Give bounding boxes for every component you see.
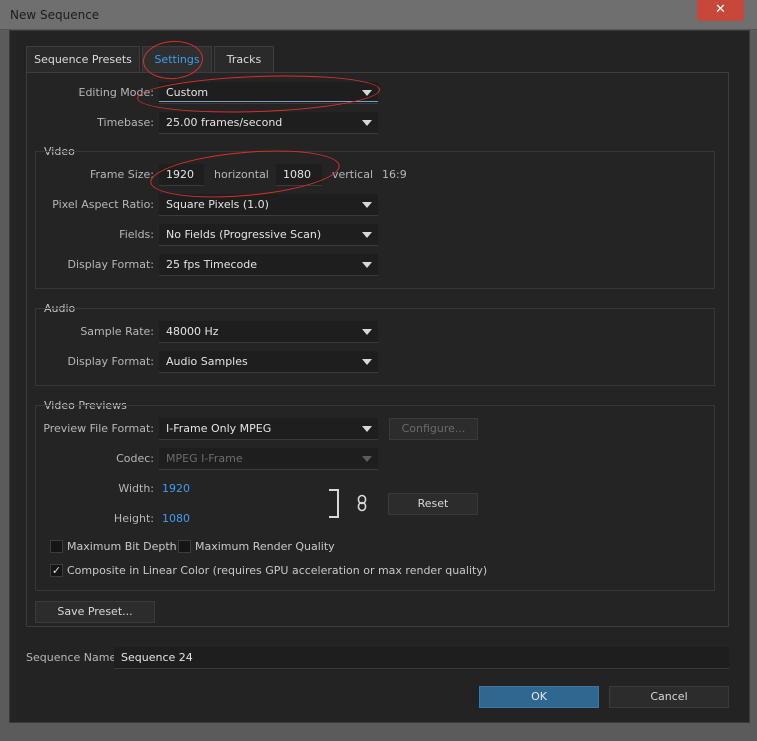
window-title: New Sequence xyxy=(10,8,100,22)
video-display-format-label: Display Format: xyxy=(67,258,154,271)
focus-underline xyxy=(159,101,378,102)
chevron-down-icon xyxy=(362,359,372,365)
video-display-format-value: 25 fps Timecode xyxy=(166,258,258,271)
chain-link-icon[interactable] xyxy=(354,494,370,512)
pixel-aspect-select[interactable]: Square Pixels (1.0) xyxy=(159,194,378,216)
chevron-down-icon xyxy=(362,329,372,335)
chevron-down-icon xyxy=(362,202,372,208)
video-display-format-select[interactable]: 25 fps Timecode xyxy=(159,254,378,276)
configure-button[interactable]: Configure... xyxy=(389,418,478,440)
timebase-select[interactable]: 25.00 frames/second xyxy=(159,112,378,134)
tab-sequence-presets[interactable]: Sequence Presets xyxy=(26,46,140,72)
tab-settings[interactable]: Settings xyxy=(142,46,212,72)
preview-width-value[interactable]: 1920 xyxy=(162,482,190,495)
composite-linear-checkbox[interactable]: ✓ xyxy=(50,564,63,577)
chevron-down-icon xyxy=(362,456,372,462)
pixel-aspect-label: Pixel Aspect Ratio: xyxy=(52,198,154,211)
max-render-quality-label: Maximum Render Quality xyxy=(195,540,335,553)
audio-display-format-select[interactable]: Audio Samples xyxy=(159,351,378,373)
height-label: Height: xyxy=(113,512,154,525)
sequence-name-input[interactable]: Sequence 24 xyxy=(114,647,729,669)
codec-label: Codec: xyxy=(116,452,154,465)
fields-label: Fields: xyxy=(119,228,154,241)
fields-select[interactable]: No Fields (Progressive Scan) xyxy=(159,224,378,246)
audio-group xyxy=(35,308,715,386)
sample-rate-label: Sample Rate: xyxy=(80,325,154,338)
sequence-name-label: Sequence Name: xyxy=(26,651,120,664)
pixel-aspect-value: Square Pixels (1.0) xyxy=(166,198,269,211)
preview-height-value[interactable]: 1080 xyxy=(162,512,190,525)
chevron-down-icon xyxy=(362,90,372,96)
editing-mode-value: Custom xyxy=(166,86,209,99)
ok-button[interactable]: OK xyxy=(479,686,599,708)
reset-button[interactable]: Reset xyxy=(388,493,478,515)
preview-file-format-value: I-Frame Only MPEG xyxy=(166,422,272,435)
save-preset-button[interactable]: Save Preset... xyxy=(35,601,155,623)
cancel-button[interactable]: Cancel xyxy=(609,686,729,708)
preview-file-format-select[interactable]: I-Frame Only MPEG xyxy=(159,418,378,440)
fields-value: No Fields (Progressive Scan) xyxy=(166,228,322,241)
max-render-quality-checkbox[interactable] xyxy=(178,540,191,553)
codec-select[interactable]: MPEG I-Frame xyxy=(159,448,378,470)
composite-linear-label: Composite in Linear Color (requires GPU … xyxy=(67,564,488,577)
tab-tracks[interactable]: Tracks xyxy=(214,46,274,72)
frame-width-input[interactable]: 1920 xyxy=(159,164,204,186)
frame-size-label: Frame Size: xyxy=(89,168,154,181)
max-bit-depth-label: Maximum Bit Depth xyxy=(67,540,177,553)
close-button[interactable]: ✕ xyxy=(697,0,744,21)
aspect-ratio-text: 16:9 xyxy=(382,168,407,181)
max-bit-depth-checkbox[interactable] xyxy=(50,540,63,553)
audio-display-format-value: Audio Samples xyxy=(166,355,248,368)
checkmark-icon: ✓ xyxy=(51,564,62,577)
chevron-down-icon xyxy=(362,232,372,238)
link-bracket xyxy=(329,489,339,518)
preview-file-format-label: Preview File Format: xyxy=(43,422,154,435)
vertical-label: vertical xyxy=(332,168,374,181)
sample-rate-select[interactable]: 48000 Hz xyxy=(159,321,378,343)
timebase-value: 25.00 frames/second xyxy=(166,116,283,129)
title-bar xyxy=(0,0,757,30)
horizontal-label: horizontal xyxy=(214,168,269,181)
editing-mode-label: Editing Mode: xyxy=(78,86,155,99)
timebase-label: Timebase: xyxy=(97,116,154,129)
audio-display-format-label: Display Format: xyxy=(67,355,154,368)
chevron-down-icon xyxy=(362,120,372,126)
codec-value: MPEG I-Frame xyxy=(166,452,243,465)
chevron-down-icon xyxy=(362,262,372,268)
width-label: Width: xyxy=(118,482,154,495)
sample-rate-value: 48000 Hz xyxy=(166,325,219,338)
close-icon: ✕ xyxy=(715,2,726,17)
frame-height-input[interactable]: 1080 xyxy=(276,164,322,186)
chevron-down-icon xyxy=(362,426,372,432)
